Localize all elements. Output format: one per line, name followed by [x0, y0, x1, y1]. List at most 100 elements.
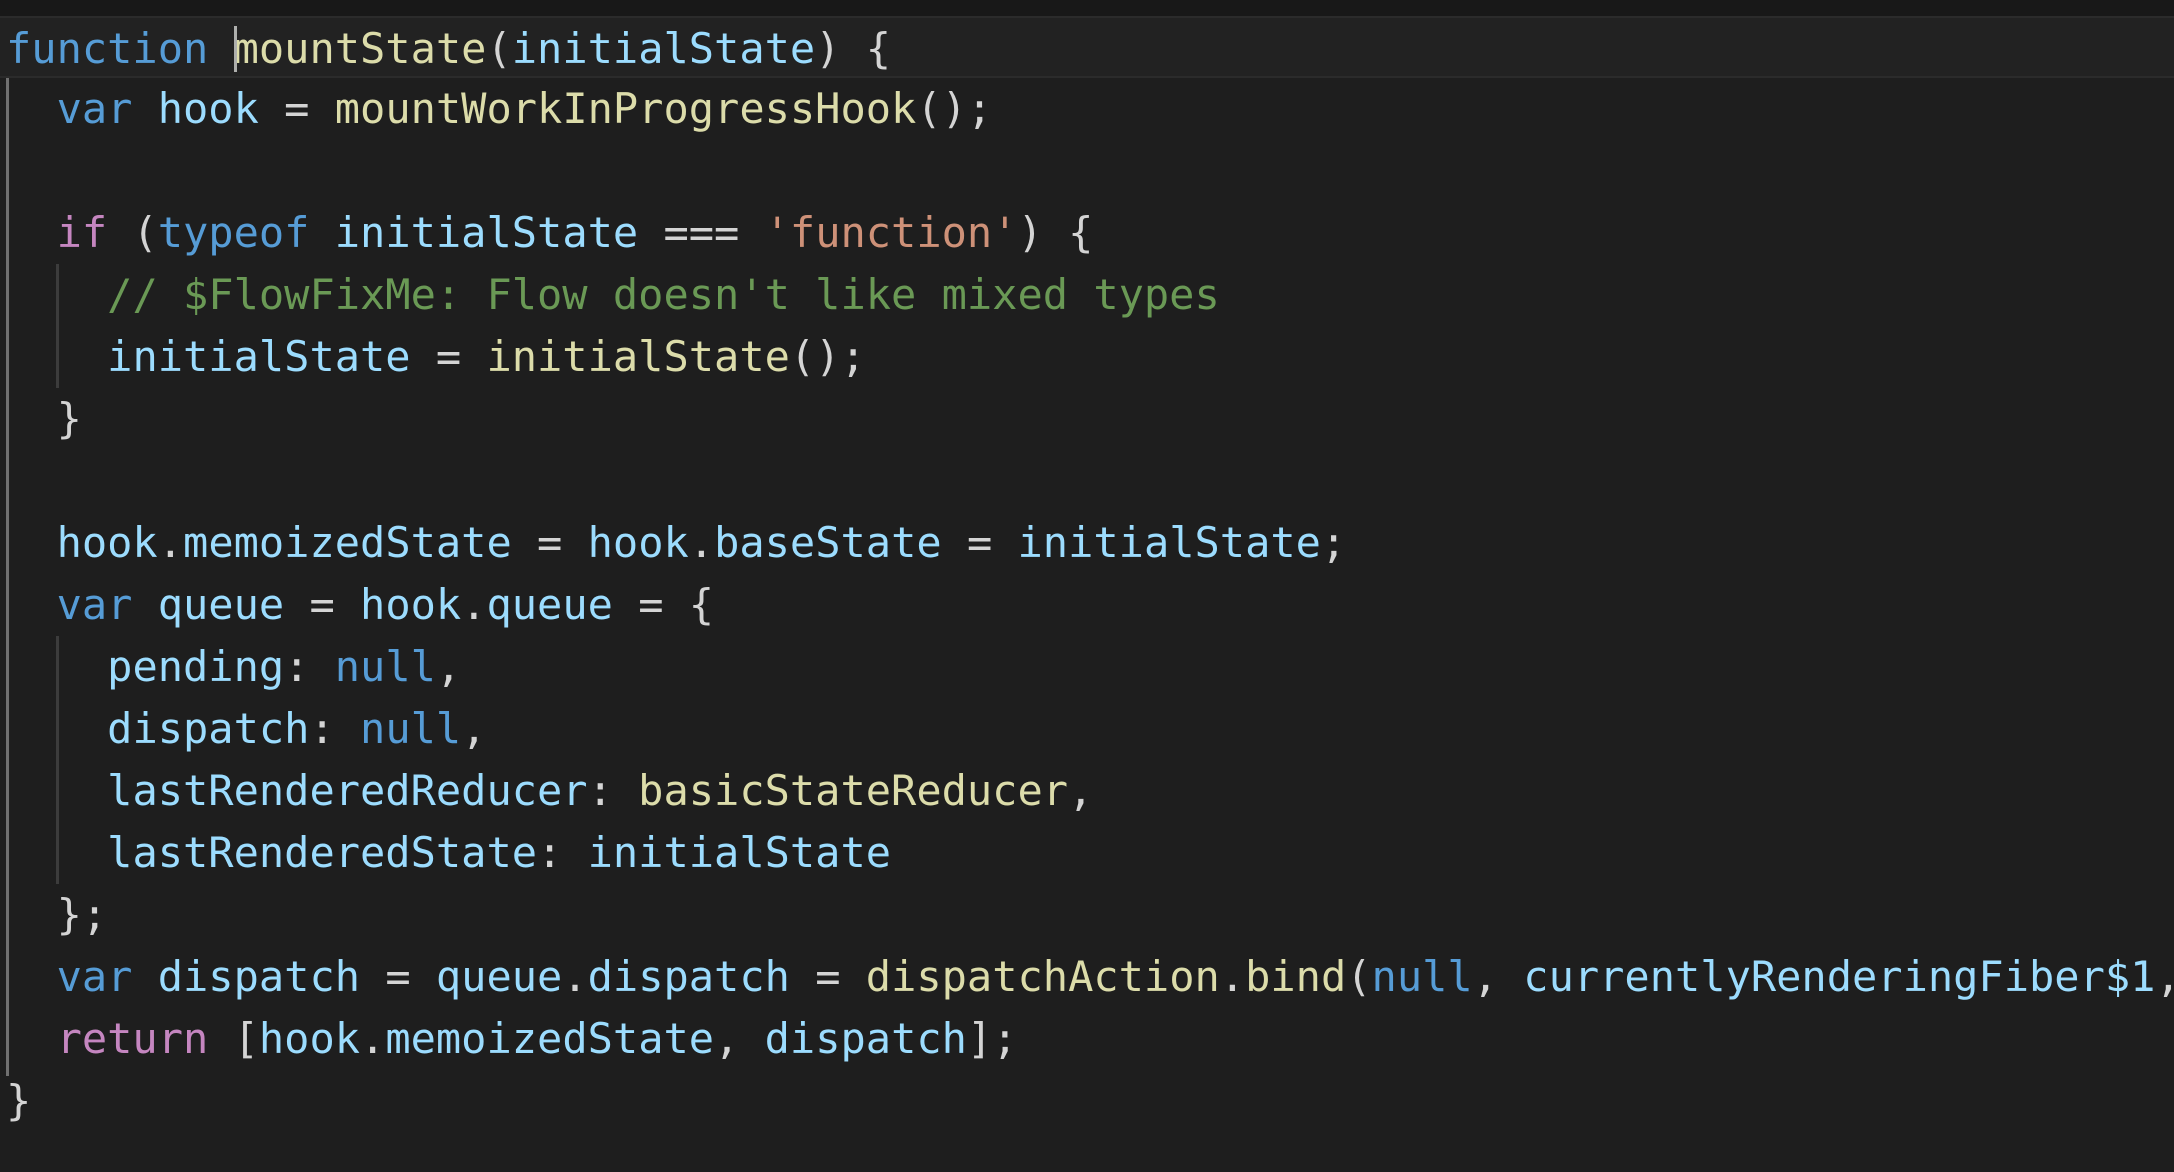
- code-token: .: [562, 952, 588, 1001]
- code-token: }: [6, 394, 82, 443]
- code-token: ,: [1068, 766, 1094, 815]
- code-token: dispatch: [157, 952, 361, 1001]
- code-line[interactable]: [0, 450, 2174, 512]
- code-line[interactable]: var queue = hook.queue = {: [0, 574, 2174, 636]
- code-line[interactable]: return [hook.memoizedState, dispatch];: [0, 1008, 2174, 1070]
- code-token: dispatch: [107, 704, 310, 753]
- code-token: hook: [56, 518, 158, 567]
- code-token: mountState: [233, 24, 487, 73]
- code-line[interactable]: }: [0, 1070, 2174, 1132]
- code-token: .: [461, 580, 487, 629]
- code-token: hook: [258, 1014, 361, 1063]
- code-token: hook: [360, 580, 462, 629]
- editor-top-strip: [0, 0, 2174, 16]
- code-line[interactable]: lastRenderedReducer: basicStateReducer,: [0, 760, 2174, 822]
- code-token: (: [107, 208, 158, 257]
- code-token: lastRenderedReducer: [107, 766, 588, 815]
- code-token: ;: [1320, 518, 1347, 567]
- code-token: =: [511, 518, 588, 567]
- code-line[interactable]: initialState = initialState();: [0, 326, 2174, 388]
- code-token: ) {: [1017, 208, 1094, 257]
- code-token: pending: [107, 642, 285, 691]
- code-line[interactable]: var hook = mountWorkInProgressHook();: [0, 78, 2174, 140]
- code-token: :: [284, 642, 335, 691]
- code-token: lastRenderedState: [107, 828, 538, 877]
- code-token: .: [157, 518, 184, 567]
- code-token: =: [258, 84, 335, 133]
- code-token: =: [284, 580, 361, 629]
- code-editor[interactable]: function mountState(initialState) { var …: [0, 0, 2174, 1172]
- code-token: }: [6, 1076, 32, 1125]
- code-token: var: [56, 84, 133, 133]
- code-token: dispatchAction: [865, 952, 1220, 1001]
- code-token: ();: [789, 332, 866, 381]
- code-token: function: [6, 24, 209, 73]
- code-token: initialState: [511, 24, 816, 73]
- code-line[interactable]: pending: null,: [0, 636, 2174, 698]
- code-line[interactable]: lastRenderedState: initialState: [0, 822, 2174, 884]
- code-token: mountWorkInProgressHook: [334, 84, 917, 133]
- code-line[interactable]: hook.memoizedState = hook.baseState = in…: [0, 512, 2174, 574]
- code-token: hook: [157, 84, 259, 133]
- code-token: hook: [587, 518, 689, 567]
- code-token: queue: [435, 952, 563, 1001]
- code-token: .: [1219, 952, 1246, 1001]
- code-token: currentlyRenderingFiber$1: [1523, 952, 2156, 1001]
- code-token: initialState: [1017, 518, 1321, 567]
- code-token: .: [688, 518, 715, 567]
- code-token: // $FlowFixMe: Flow doesn't like mixed t…: [107, 270, 1220, 319]
- code-line[interactable]: }: [0, 388, 2174, 450]
- code-token: ,: [435, 642, 462, 691]
- code-token: [: [208, 1014, 259, 1063]
- code-token: dispatch: [764, 1014, 967, 1063]
- code-token: ) {: [815, 24, 892, 73]
- code-token: initialState: [334, 208, 639, 257]
- code-lines[interactable]: function mountState(initialState) { var …: [0, 16, 2174, 1132]
- code-token: =: [410, 332, 487, 381]
- code-token: :: [309, 704, 361, 753]
- code-token: ,: [714, 1014, 765, 1063]
- code-line[interactable]: var dispatch = queue.dispatch = dispatch…: [0, 946, 2174, 1008]
- code-token: initialState: [587, 828, 892, 877]
- code-token: =: [789, 952, 866, 1001]
- code-line[interactable]: [0, 140, 2174, 202]
- code-token: memoizedState: [385, 1014, 715, 1063]
- code-token: ();: [916, 84, 993, 133]
- code-token: return: [56, 1014, 209, 1063]
- code-token: =: [360, 952, 436, 1001]
- code-token: .: [360, 1014, 386, 1063]
- code-token: (: [1346, 952, 1372, 1001]
- code-token: ,: [1472, 952, 1524, 1001]
- code-line[interactable]: };: [0, 884, 2174, 946]
- code-token: var: [56, 952, 133, 1001]
- code-line[interactable]: if (typeof initialState === 'function') …: [0, 202, 2174, 264]
- code-token: if: [56, 208, 108, 257]
- code-line[interactable]: function mountState(initialState) {: [0, 16, 2174, 78]
- code-token: baseState: [714, 518, 942, 567]
- code-token: 'function': [764, 208, 1018, 257]
- code-token: (: [486, 24, 512, 73]
- code-token: =: [941, 518, 1018, 567]
- code-token: bind: [1245, 952, 1347, 1001]
- code-token: :: [537, 828, 588, 877]
- code-token: null: [334, 642, 436, 691]
- code-token: :: [587, 766, 639, 815]
- code-token: queue: [486, 580, 613, 629]
- code-token: dispatch: [587, 952, 790, 1001]
- code-line[interactable]: dispatch: null,: [0, 698, 2174, 760]
- code-line[interactable]: // $FlowFixMe: Flow doesn't like mixed t…: [0, 264, 2174, 326]
- code-token: null: [360, 704, 462, 753]
- code-token: ,: [2155, 952, 2174, 1001]
- code-token: ===: [638, 208, 765, 257]
